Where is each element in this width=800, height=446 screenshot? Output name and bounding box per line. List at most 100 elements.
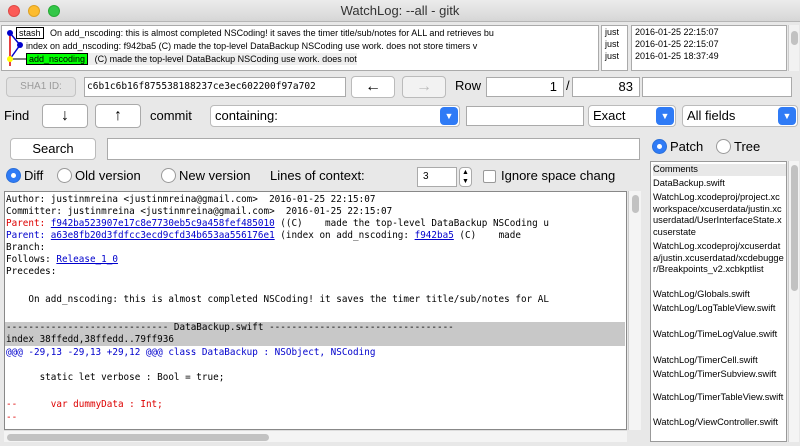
stepper-up-icon[interactable]: ▲ (460, 168, 471, 177)
file-list-item[interactable]: WatchLog/LogTableView.swift (653, 303, 786, 315)
diff-pane[interactable]: Author: justinmreina <justinmreina@gmail… (4, 191, 627, 430)
parent-label: Parent: (6, 218, 51, 229)
context-stepper[interactable]: ▲ ▼ (459, 167, 472, 187)
parent-sha-link[interactable]: a63e8fb20d3fdfcc3ecd9cfd34b653aa556176e1 (51, 230, 275, 241)
follows-tag-link[interactable]: Release_1_0 (56, 254, 118, 265)
search-input[interactable] (107, 138, 640, 160)
title-bar: WatchLog: --all - gitk (0, 0, 800, 22)
parent-line: Parent: f942ba523907e17c8e7730eb5c9a458f… (5, 218, 625, 230)
parent-sha-link[interactable]: f942ba523907e17c8e7730eb5c9a458fef485010 (51, 218, 275, 229)
file-list-item[interactable]: WatchLog.xcodeproj/xcuserdata/justin.xcu… (653, 241, 786, 276)
sha1-id-button[interactable]: SHA1 ID: (6, 77, 76, 97)
author-column[interactable]: just just just (601, 25, 628, 71)
context-label: Lines of context: (270, 168, 365, 183)
parent-line: Parent: a63e8fb20d3fdfcc3ecd9cfd34b653aa… (5, 230, 625, 242)
graph-row-selected[interactable]: add_nscoding (C) made the top-level Data… (26, 53, 357, 65)
precedes-line: Precedes: (6, 266, 57, 277)
author-cell: just (605, 39, 620, 49)
scroll-thumb[interactable] (791, 31, 798, 45)
removed-code: var dummyData : Int; (17, 399, 163, 410)
graph-row[interactable]: index on add_nscoding: f942ba5 (C) made … (26, 40, 477, 52)
find-mode-select[interactable]: containing: ▼ (210, 105, 460, 127)
file-list-scrollbar[interactable] (788, 161, 799, 442)
old-version-label: Old version (75, 168, 141, 183)
find-input[interactable] (466, 106, 584, 126)
commit-message: On add_nscoding: this is almost complete… (6, 294, 549, 305)
patch-tree-toggle: Patch Tree (650, 136, 800, 160)
row-current-field[interactable]: 1 (486, 77, 564, 97)
patch-label: Patch (670, 139, 704, 154)
branch-line: Branch: (6, 242, 46, 253)
commit-summary: On add_nscoding: this is almost complete… (50, 28, 494, 38)
diff-options: Diff Old version New version Lines of co… (0, 164, 650, 190)
diff-label: Diff (24, 168, 44, 183)
file-list[interactable]: Comments DataBackup.swift WatchLog.xcode… (650, 161, 787, 442)
find-prev-up-icon[interactable]: ↑ (95, 104, 141, 128)
diff-radio[interactable]: Diff (6, 168, 43, 183)
file-list-item[interactable]: Comments (653, 164, 786, 176)
date-column[interactable]: 2016-01-25 22:15:07 2016-01-25 22:15:07 … (631, 25, 787, 71)
branch-tag: add_nscoding (26, 53, 89, 65)
file-list-item[interactable]: WatchLog/TimerCell.swift (653, 355, 786, 367)
file-list-item[interactable]: WatchLog/TimerTableView.swift (653, 392, 786, 404)
file-list-item[interactable]: WatchLog/TimerSubview.swift (653, 369, 786, 381)
diff-scrollbar[interactable] (628, 191, 641, 430)
code-line: static let verbose : Bool = true; (6, 372, 225, 383)
window-title: WatchLog: --all - gitk (340, 3, 460, 18)
follows-label: Follows: (6, 254, 57, 265)
match-type-select[interactable]: Exact ▼ (588, 105, 676, 127)
parent-summary: ((C) made the top-level DataBackup NSCod… (274, 218, 549, 229)
minimize-window-button[interactable] (28, 5, 40, 17)
match-type-value: Exact (593, 108, 626, 123)
author-cell: just (605, 51, 620, 61)
old-version-radio[interactable]: Old version (57, 168, 141, 183)
removed-marker: -- (6, 399, 18, 410)
fields-value: All fields (687, 108, 736, 123)
stash-tag: stash (16, 27, 44, 39)
file-list-item[interactable]: WatchLog/TimeLogValue.swift (653, 329, 786, 341)
patch-radio[interactable]: Patch (652, 139, 703, 154)
chevron-down-icon: ▼ (656, 107, 674, 125)
file-list-item[interactable]: DataBackup.swift (653, 178, 786, 190)
ignore-space-checkbox[interactable] (483, 170, 496, 183)
fields-select[interactable]: All fields ▼ (682, 105, 798, 127)
parent-label: Parent: (6, 230, 51, 241)
tree-radio[interactable]: Tree (716, 139, 760, 154)
scroll-thumb[interactable] (7, 434, 269, 441)
file-list-item[interactable]: WatchLog/ViewController.swift (653, 417, 786, 429)
commit-summary: (C) made the top-level DataBackup NSCodi… (94, 54, 357, 64)
search-button[interactable]: Search (10, 138, 96, 160)
row-label: Row (455, 78, 482, 93)
row-status-field (642, 77, 792, 97)
forward-arrow-icon[interactable]: → (402, 76, 446, 98)
short-sha-link[interactable]: f942ba5 (415, 230, 454, 241)
diff-horizontal-scrollbar[interactable] (4, 430, 627, 442)
scroll-thumb[interactable] (632, 195, 639, 213)
committer-line: Committer: justinmreina <justinmreina@gm… (6, 206, 393, 217)
file-header: ----------------------------- DataBackup… (5, 322, 625, 334)
index-line: index 38ffedd,38ffedd..79ff936 (5, 334, 625, 346)
new-version-label: New version (179, 168, 251, 183)
scroll-thumb[interactable] (791, 165, 798, 291)
stepper-down-icon[interactable]: ▼ (460, 177, 471, 186)
sha1-input[interactable]: c6b1c6b16f875538188237ce3ec602200f97a702 (84, 77, 346, 97)
file-list-item[interactable]: WatchLog.xcodeproj/project.xcworkspace/x… (653, 192, 786, 238)
radio-selected-icon (652, 139, 667, 154)
find-label: Find (4, 108, 30, 123)
zoom-window-button[interactable] (48, 5, 60, 17)
author-cell: just (605, 27, 620, 37)
file-list-item[interactable]: WatchLog/Globals.swift (653, 289, 786, 301)
removed-code-line: -- var dummyData : Int; (5, 399, 625, 411)
new-version-radio[interactable]: New version (161, 168, 251, 183)
commit-summary: index on add_nscoding: f942ba5 (C) made … (26, 41, 478, 51)
find-next-down-icon[interactable]: ↓ (42, 104, 88, 128)
parent-summary: (index on add_nscoding: (274, 230, 415, 241)
tree-label: Tree (734, 139, 761, 154)
graph-scrollbar[interactable] (788, 25, 799, 71)
context-input[interactable]: 3 (417, 167, 457, 187)
close-window-button[interactable] (8, 5, 20, 17)
graph-row[interactable]: stash On add_nscoding: this is almost co… (16, 27, 494, 39)
back-arrow-icon[interactable]: ← (351, 76, 395, 98)
commit-graph[interactable]: stash On add_nscoding: this is almost co… (1, 25, 599, 71)
follows-line: Follows: Release_1_0 (5, 254, 625, 266)
